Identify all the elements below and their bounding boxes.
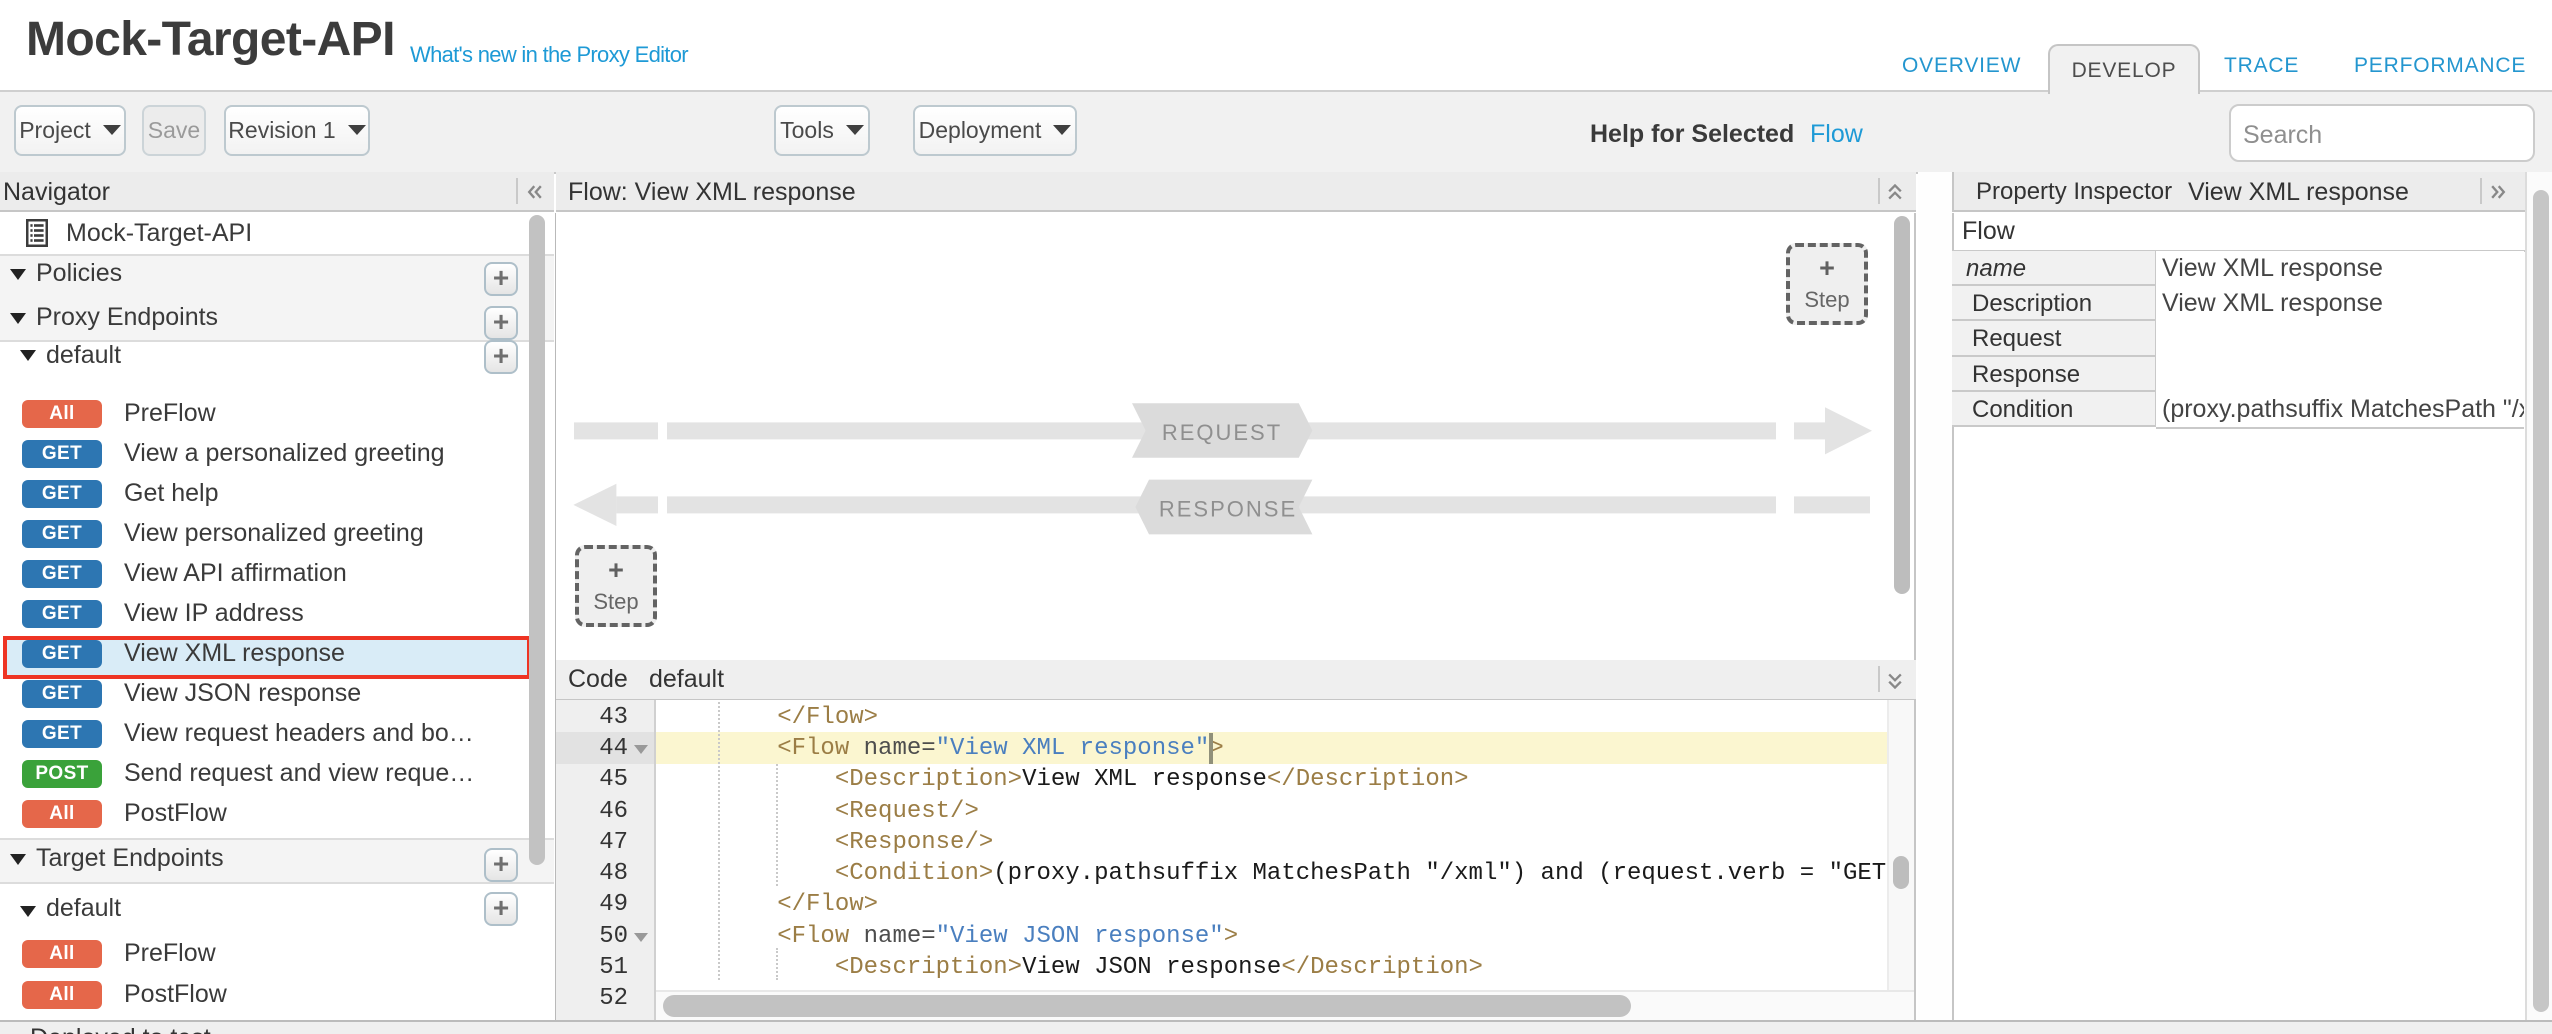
svg-text:RESPONSE: RESPONSE: [1159, 496, 1297, 521]
svg-text:REQUEST: REQUEST: [1162, 420, 1282, 445]
